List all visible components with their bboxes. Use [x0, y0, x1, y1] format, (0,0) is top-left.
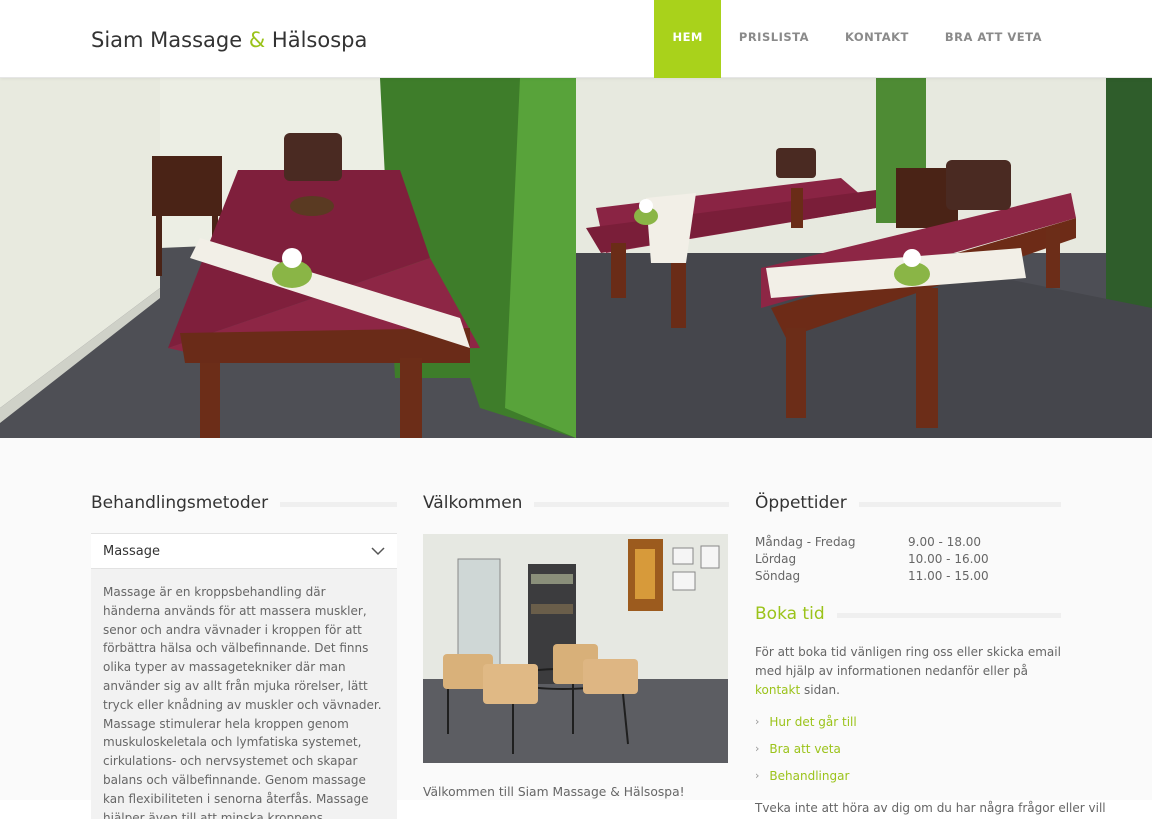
- hours-title: Öppettider: [755, 493, 847, 513]
- treatments-heading: Behandlingsmetoder: [91, 493, 397, 513]
- hours-time: 10.00 - 16.00: [908, 552, 989, 566]
- site-header: Siam Massage & Hälsospa HEM PRISLISTA KO…: [0, 0, 1152, 78]
- accordion-massage[interactable]: Massage: [91, 533, 397, 569]
- hours-day: Lördag: [755, 552, 797, 566]
- accordion-body: Massage är en kroppsbehandling där hände…: [91, 569, 397, 819]
- booking-text: För att boka tid vänligen ring oss eller…: [755, 643, 1065, 700]
- nav-item-hem[interactable]: HEM: [654, 0, 721, 78]
- logo-ampersand: &: [248, 28, 266, 52]
- main-content: Behandlingsmetoder Massage Massage är en…: [0, 438, 1152, 819]
- hours-time: 9.00 - 18.00: [908, 535, 982, 549]
- chevron-right-icon: ›: [755, 769, 760, 782]
- hours-row: Lördag 10.00 - 16.00: [755, 552, 1061, 569]
- hours-day: Måndag - Fredag: [755, 535, 856, 549]
- contact-link[interactable]: kontakt: [755, 683, 800, 697]
- link-hur-det-gar-till[interactable]: › Hur det går till: [755, 715, 1061, 742]
- nav-item-bra-att-veta[interactable]: BRA ATT VETA: [927, 0, 1060, 78]
- welcome-column: Välkommen Välkommen till Siam Massage & …: [423, 493, 729, 799]
- hero-banner: [0, 78, 1152, 438]
- chevron-right-icon: ›: [755, 742, 760, 755]
- reception-room-image: [423, 534, 728, 763]
- welcome-text: Välkommen till Siam Massage & Hälsospa!: [423, 785, 685, 799]
- booking-heading: Boka tid: [755, 604, 1061, 624]
- chevron-right-icon: ›: [755, 715, 760, 728]
- booking-footer-text: Tveka inte att höra av dig om du har någ…: [755, 801, 1106, 815]
- booking-text-after: sidan.: [800, 683, 840, 697]
- heading-divider: [836, 613, 1061, 618]
- site-logo[interactable]: Siam Massage & Hälsospa: [91, 28, 367, 52]
- nav-item-kontakt[interactable]: KONTAKT: [827, 0, 927, 78]
- heading-divider: [858, 502, 1061, 507]
- hero-photo-single-bed: [0, 78, 576, 438]
- link-label: Bra att veta: [769, 742, 841, 756]
- welcome-title: Välkommen: [423, 493, 523, 513]
- link-behandlingar[interactable]: › Behandlingar: [755, 769, 1061, 796]
- logo-text-2: Hälsospa: [271, 28, 368, 52]
- link-label: Hur det går till: [769, 715, 857, 729]
- hours-day: Söndag: [755, 569, 801, 583]
- nav-item-prislista[interactable]: PRISLISTA: [721, 0, 827, 78]
- welcome-heading: Välkommen: [423, 493, 729, 513]
- booking-title: Boka tid: [755, 604, 825, 624]
- welcome-image: [423, 534, 728, 763]
- treatments-column: Behandlingsmetoder Massage Massage är en…: [91, 493, 397, 819]
- booking-text-before: För att boka tid vänligen ring oss eller…: [755, 645, 1061, 678]
- hero-photo-double-bed: [576, 78, 1152, 438]
- single-massage-bed-image: [0, 78, 576, 438]
- hours-heading: Öppettider: [755, 493, 1061, 513]
- main-nav: HEM PRISLISTA KONTAKT BRA ATT VETA: [654, 0, 1060, 78]
- logo-text-1: Siam Massage: [91, 28, 243, 52]
- hours-row: Måndag - Fredag 9.00 - 18.00: [755, 535, 1061, 552]
- hours-column: Öppettider Måndag - Fredag 9.00 - 18.00 …: [755, 493, 1106, 815]
- hours-time: 11.00 - 15.00: [908, 569, 989, 583]
- accordion-label: Massage: [103, 543, 160, 559]
- chevron-down-icon: [371, 546, 385, 555]
- booking-links: › Hur det går till › Bra att veta › Behandl…: [755, 715, 1061, 796]
- link-label: Behandlingar: [769, 769, 850, 783]
- opening-hours-table: Måndag - Fredag 9.00 - 18.00 Lördag 10.0…: [755, 535, 1061, 586]
- link-bra-att-veta[interactable]: › Bra att veta: [755, 742, 1061, 769]
- treatments-title: Behandlingsmetoder: [91, 493, 269, 513]
- heading-divider: [280, 502, 397, 507]
- hours-row: Söndag 11.00 - 15.00: [755, 569, 1061, 586]
- heading-divider: [534, 502, 729, 507]
- double-massage-bed-image: [576, 78, 1152, 438]
